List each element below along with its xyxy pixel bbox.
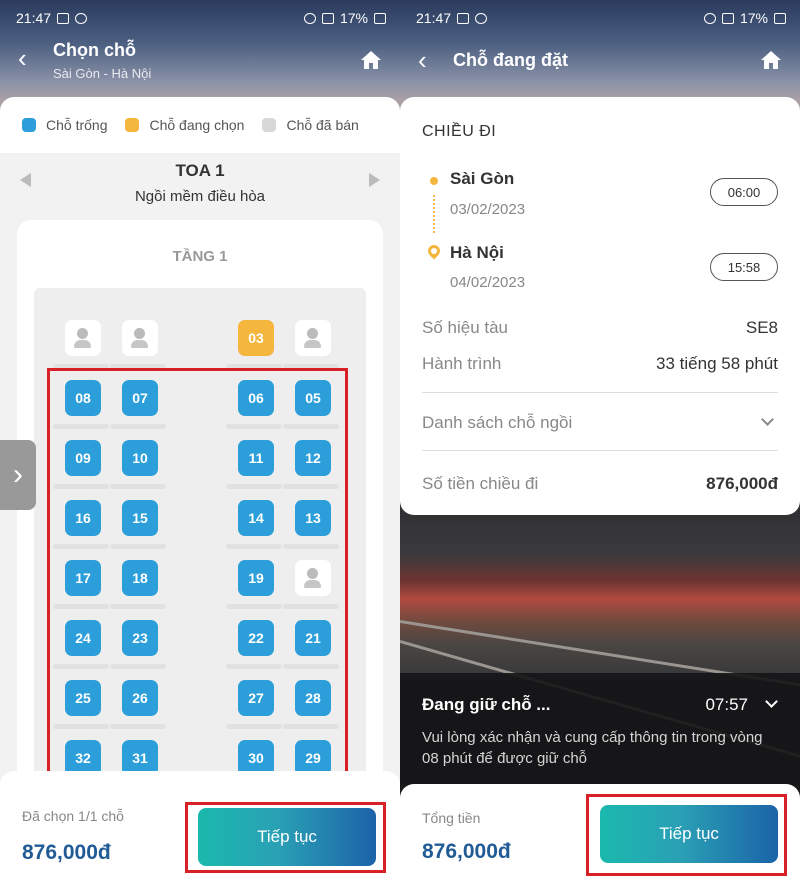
continue-button[interactable]: Tiếp tục — [600, 805, 778, 863]
amount-value: 876,000đ — [706, 474, 778, 493]
booking-summary-screen: 21:47 17% ‹ Chỗ đang đặt CHIỀU ĐI Sài Gò… — [400, 0, 800, 889]
hotspot-icon — [303, 12, 316, 24]
sold-swatch — [262, 118, 277, 132]
seat-legend: Chỗ trống Chỗ đang chọn Chỗ đã bán — [0, 97, 400, 153]
chevron-down-icon[interactable] — [765, 695, 778, 708]
duration-label: Hành trình — [422, 354, 502, 373]
chevron-down-icon[interactable] — [761, 413, 774, 426]
available-swatch — [22, 118, 36, 132]
divider — [422, 450, 778, 451]
next-coach-icon[interactable] — [369, 173, 380, 187]
amount-label: Số tiền chiều đi — [422, 474, 539, 493]
legend-selecting: Chỗ đang chọn — [125, 117, 244, 133]
status-time: 21:47 — [16, 10, 52, 26]
page-title: Chọn chỗ — [53, 40, 136, 60]
hold-message: Vui lòng xác nhận và cung cấp thông tin … — [422, 729, 763, 767]
legend-label: Chỗ trống — [46, 117, 108, 133]
messenger-icon — [75, 12, 88, 24]
divider — [422, 392, 778, 393]
section-title: CHIỀU ĐI — [422, 123, 497, 140]
seat-list-toggle[interactable]: Danh sách chỗ ngồi — [422, 413, 572, 433]
seat-selection-screen: 21:47 17% ‹ Chọn chỗ Sài Gòn - Hà Nội Ch… — [0, 0, 400, 889]
sold-seat-icon — [295, 320, 331, 356]
train-photo — [400, 500, 800, 759]
status-bar: 21:47 17% — [416, 8, 786, 28]
legend-sold: Chỗ đã bán — [262, 117, 359, 133]
route-line — [433, 195, 435, 233]
destination-city: Hà Nội — [450, 243, 504, 262]
footer: Đã chọn 1/1 chỗ 876,000đ Tiếp tục — [0, 771, 400, 889]
battery-level: 17% — [739, 10, 768, 26]
legend-label: Chỗ đã bán — [286, 117, 359, 133]
duration-value: 33 tiếng 58 phút — [656, 354, 778, 373]
signal-icon — [721, 12, 734, 24]
destination-date: 04/02/2023 — [450, 274, 526, 291]
origin-time: 06:00 — [710, 178, 778, 206]
legend-label: Chỗ đang chọn — [149, 117, 245, 133]
battery-icon — [374, 12, 386, 24]
seat-03[interactable]: 03 — [238, 320, 274, 356]
back-button[interactable]: ‹ — [18, 45, 38, 71]
hold-title: Đang giữ chỗ ... — [422, 695, 551, 714]
back-button[interactable]: ‹ — [418, 47, 438, 73]
continue-button[interactable]: Tiếp tục — [198, 808, 376, 866]
gallery-icon — [457, 12, 470, 24]
coach-title: TOA 1 — [175, 161, 225, 180]
origin-date: 03/02/2023 — [450, 201, 526, 218]
total-label: Tổng tiền — [422, 810, 481, 826]
selected-count: Đã chọn 1/1 chỗ — [22, 808, 124, 824]
side-drawer-toggle[interactable]: › — [0, 440, 36, 510]
chevron-right-icon: › — [13, 458, 23, 491]
total-price: 876,000đ — [22, 841, 111, 864]
coach-type: Ngồi mềm điều hòa — [134, 188, 266, 205]
sold-seat-icon — [122, 320, 158, 356]
coach-selector: TOA 1 Ngồi mềm điều hòa — [0, 153, 400, 210]
hotspot-icon — [703, 12, 716, 24]
page-title: Chỗ đang đặt — [453, 50, 568, 70]
route-subtitle: Sài Gòn - Hà Nội — [53, 66, 152, 81]
status-bar: 21:47 17% — [16, 8, 386, 28]
status-time: 21:47 — [416, 10, 452, 26]
train-label: Số hiệu tàu — [422, 318, 509, 337]
header: 21:47 17% ‹ Chọn chỗ Sài Gòn - Hà Nội — [0, 0, 400, 110]
messenger-icon — [475, 12, 488, 24]
total-price: 876,000đ — [422, 840, 511, 863]
battery-level: 17% — [339, 10, 368, 26]
deck-title: TẦNG 1 — [172, 248, 228, 265]
destination-time: 15:58 — [710, 253, 778, 281]
trip-card: CHIỀU ĐI Sài Gòn 03/02/2023 06:00 Hà Nội… — [400, 97, 800, 515]
home-icon[interactable] — [360, 50, 382, 70]
legend-available: Chỗ trống — [22, 117, 107, 133]
train-number: SE8 — [745, 318, 778, 337]
location-pin-icon — [425, 242, 443, 260]
home-icon[interactable] — [760, 50, 782, 70]
gallery-icon — [57, 12, 70, 24]
origin-city: Sài Gòn — [450, 169, 515, 188]
hold-countdown: 07:57 — [705, 695, 748, 714]
battery-icon — [774, 12, 786, 24]
footer: Tổng tiền 876,000đ Tiếp tục — [400, 784, 800, 889]
hold-banner: Đang giữ chỗ ... 07:57 Vui lòng xác nhận… — [400, 673, 800, 785]
selecting-swatch — [125, 118, 140, 132]
signal-icon — [321, 12, 334, 24]
header: 21:47 17% ‹ Chỗ đang đặt — [400, 0, 800, 110]
sold-seat-icon — [65, 320, 101, 356]
origin-dot-icon — [430, 177, 438, 185]
highlight-seat-area — [47, 368, 348, 786]
